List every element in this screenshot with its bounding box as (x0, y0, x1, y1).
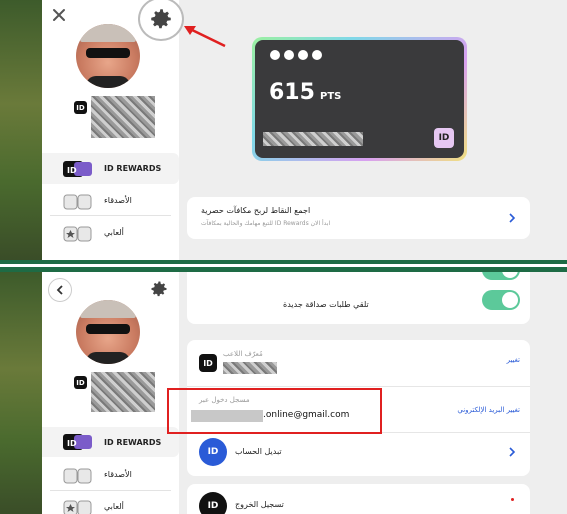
logout-button[interactable]: تسجيل الخروج (235, 500, 284, 509)
logout-indicator-dot (511, 498, 514, 501)
game-background (0, 272, 42, 514)
redacted-player-id (223, 362, 277, 374)
menu-label-friends: الأصدقاء (104, 470, 132, 479)
points-value: 615 (269, 80, 315, 105)
card-id-logo: ID (434, 128, 454, 148)
menu-item-id-rewards[interactable]: ID ID REWARDS (42, 427, 179, 457)
menu-label-my-games: ألعابي (104, 228, 124, 237)
promo-title: اجمع النقاط لربح مكافآت حصرية (201, 206, 311, 215)
friends-icon (62, 466, 94, 486)
chevron-right-icon (509, 447, 516, 457)
chevron-right-icon (509, 213, 516, 223)
avatar (76, 300, 140, 364)
my-games-icon (62, 224, 94, 244)
logout-card: ID تسجيل الخروج (187, 484, 530, 514)
game-badges-icon (270, 50, 322, 60)
profile-sidebar: ID ID ID REWARDS الأصدقاء ألعابي (42, 0, 184, 260)
gear-icon (151, 9, 171, 29)
menu-item-my-games[interactable]: ألعابي (42, 220, 179, 246)
menu-label-id-rewards: ID REWARDS (104, 438, 162, 447)
points-card: 615 PTS ID (252, 37, 467, 161)
rewards-promo-row[interactable]: اجمع النقاط لربح مكافآت حصرية للتبع مهام… (187, 197, 530, 239)
promo-subtitle: للتبع مهامك والحالية بمكافآت ID Rewards … (201, 220, 331, 227)
menu-item-id-rewards[interactable]: ID ID REWARDS (42, 153, 179, 184)
red-arrow-annotation (184, 26, 226, 48)
id-badge-icon: ID (74, 101, 87, 114)
settings-button[interactable] (138, 0, 184, 41)
avatar (76, 24, 140, 88)
menu-item-friends[interactable]: الأصدقاء (42, 188, 179, 214)
svg-text:ID: ID (67, 166, 77, 175)
profile-sidebar: ID ID ID REWARDS الأصدقاء ألعابي (42, 272, 179, 514)
toggle-top[interactable] (482, 272, 520, 280)
game-background (0, 0, 42, 260)
menu-item-friends[interactable]: الأصدقاء (42, 462, 179, 488)
menu-label-id-rewards: ID REWARDS (104, 164, 162, 173)
section-divider (0, 260, 567, 272)
switch-account-label[interactable]: تبديل الحساب (235, 447, 282, 456)
menu-label-my-games: ألعابي (104, 502, 124, 511)
redacted-player-name (91, 96, 155, 138)
redacted-player-name (91, 372, 155, 412)
player-id-label: مُعرّف اللاعب (223, 350, 263, 358)
id-badge-icon: ID (74, 376, 87, 389)
chevron-left-icon (56, 285, 63, 295)
switch-account-icon: ID (199, 438, 227, 466)
change-email-button[interactable]: تغيير البريد الإلكتروني (457, 406, 520, 414)
gear-icon (151, 281, 167, 297)
settings-button[interactable] (148, 278, 170, 300)
close-icon (53, 9, 65, 21)
menu-label-friends: الأصدقاء (104, 196, 132, 205)
friends-icon (62, 192, 94, 212)
change-button[interactable]: تغيير (507, 356, 520, 364)
points-unit: PTS (320, 91, 342, 102)
id-rewards-icon: ID (62, 159, 94, 179)
email-highlight-box (167, 388, 382, 434)
my-games-icon (62, 498, 94, 514)
player-id-logo: ID (199, 354, 217, 372)
top-screenshot-panel: ID ID ID REWARDS الأصدقاء ألعابي 615 PTS… (0, 0, 567, 260)
menu-item-my-games[interactable]: ألعابي (42, 494, 179, 514)
close-button[interactable] (46, 4, 72, 26)
back-button[interactable] (48, 278, 72, 302)
settings-card-top: تلقي طلبات صداقة جديدة (187, 272, 530, 324)
friend-requests-toggle[interactable] (482, 290, 520, 310)
redacted-card-id (263, 132, 363, 146)
id-rewards-icon: ID (62, 432, 94, 452)
svg-text:ID: ID (67, 439, 77, 448)
logout-icon: ID (199, 492, 227, 514)
friend-requests-label: تلقي طلبات صداقة جديدة (283, 300, 369, 309)
